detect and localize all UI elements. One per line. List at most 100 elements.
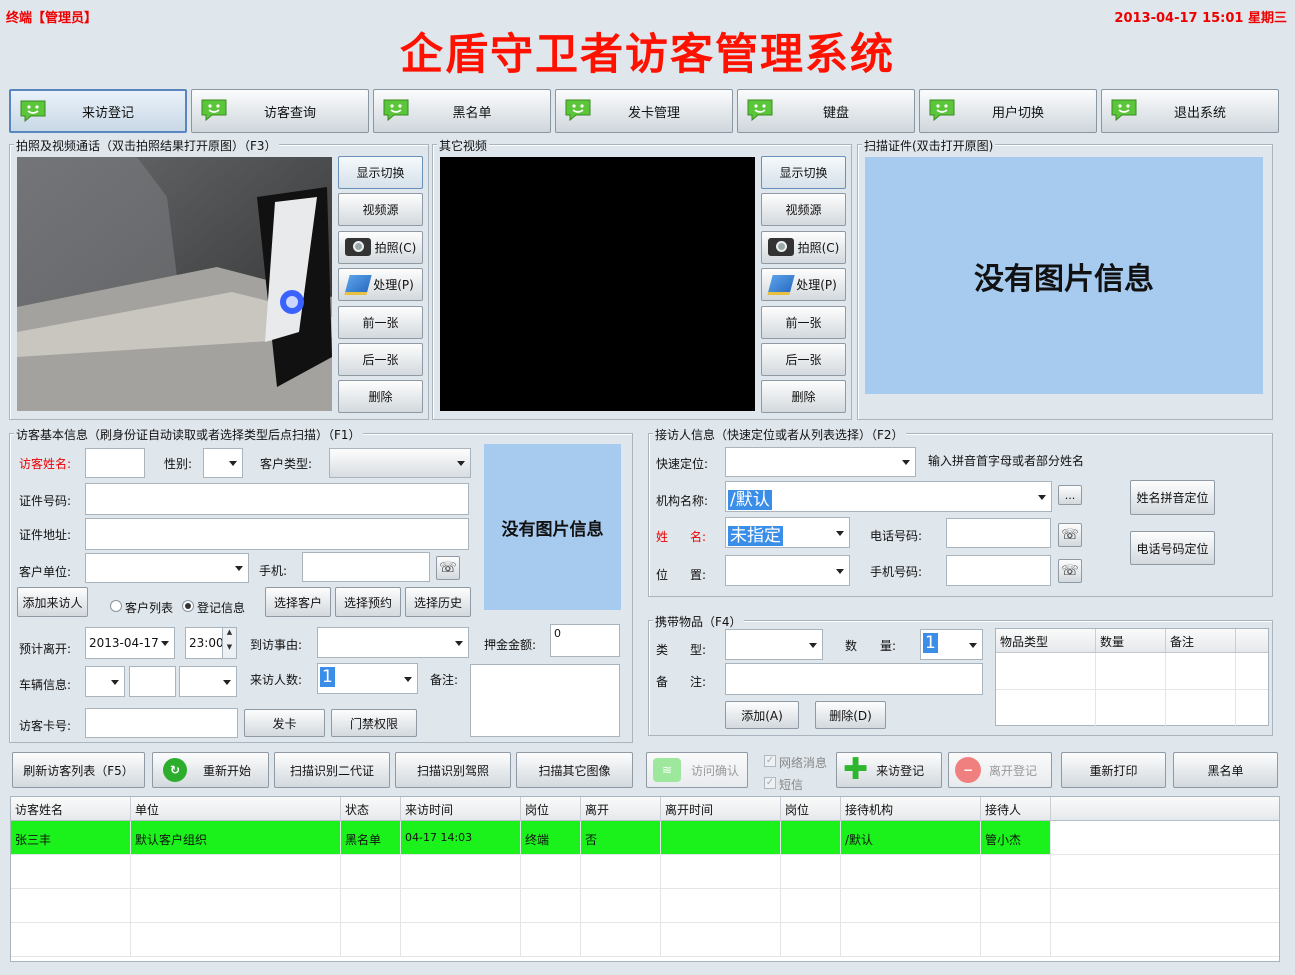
select-appointment-button[interactable]: 选择预约 — [335, 587, 401, 617]
photo-next-button[interactable]: 后一张 — [338, 343, 423, 376]
visitor-count-select[interactable]: 1 — [317, 663, 418, 694]
leave-register-button[interactable]: − 离开登记 — [948, 752, 1052, 788]
scan-image[interactable]: 没有图片信息 — [865, 157, 1263, 394]
photo-capture-button[interactable]: 拍照(C) — [338, 230, 423, 264]
host-mobile-input[interactable] — [946, 555, 1051, 586]
delete-item-button[interactable]: 删除(D) — [815, 701, 886, 729]
item-type-select[interactable] — [725, 629, 823, 660]
table-header-cell[interactable]: 离开 — [581, 797, 661, 820]
mobile-input[interactable] — [302, 552, 430, 582]
phone-input[interactable] — [946, 518, 1051, 548]
customer-unit-select[interactable] — [85, 553, 249, 583]
id-number-input[interactable] — [85, 483, 469, 515]
mobile-call-button-2[interactable]: ☏ — [1058, 559, 1082, 583]
issue-card-button[interactable]: 发卡 — [244, 709, 325, 737]
id-number-label: 证件号码: — [19, 494, 72, 508]
position-select[interactable] — [725, 555, 850, 586]
photo-prev-button[interactable]: 前一张 — [338, 305, 423, 339]
register-info-radio[interactable] — [182, 600, 194, 612]
note-textarea[interactable] — [470, 664, 620, 737]
customer-list-radio[interactable] — [110, 600, 122, 612]
refresh-list-button[interactable]: 刷新访客列表（F5） — [12, 752, 145, 788]
quick-locate-select[interactable] — [725, 447, 916, 477]
table-header-cell[interactable]: 岗位 — [521, 797, 581, 820]
scan-other-button[interactable]: 扫描其它图像 — [516, 752, 633, 788]
add-item-button[interactable]: 添加(A) — [725, 701, 799, 729]
other-video-preview[interactable] — [440, 157, 755, 411]
photo-process-button[interactable]: 处理(P) — [338, 268, 423, 302]
item-note-input[interactable] — [725, 663, 983, 695]
items-table[interactable]: 物品类型 数量 备注 — [995, 628, 1269, 727]
video-prev-button[interactable]: 前一张 — [761, 305, 846, 339]
phone-locate-button[interactable]: 电话号码定位 — [1130, 531, 1215, 565]
table-header-cell[interactable]: 岗位 — [781, 797, 841, 820]
leave-date-select[interactable]: 2013-04-17 — [85, 627, 175, 659]
nav-exit-button[interactable]: 退出系统 — [1101, 89, 1279, 133]
mobile-call-button[interactable]: ☏ — [436, 556, 460, 580]
id-address-input[interactable] — [85, 518, 469, 550]
qty-select[interactable]: 1 — [920, 629, 983, 660]
phone-call-button[interactable]: ☏ — [1058, 523, 1082, 547]
table-header-cell[interactable]: 状态 — [341, 797, 401, 820]
vehicle-type-select[interactable] — [179, 666, 237, 697]
nav-query-button[interactable]: 访客查询 — [191, 89, 369, 133]
host-name-select[interactable]: 未指定 — [725, 517, 850, 548]
org-name-select[interactable]: /默认 — [725, 481, 1052, 512]
select-customer-button[interactable]: 选择客户 — [265, 587, 331, 617]
time-down-button[interactable]: ▼ — [222, 643, 236, 658]
access-permission-button[interactable]: 门禁权限 — [331, 709, 417, 737]
sms-checkbox[interactable]: ✓ — [764, 777, 776, 789]
nav-blacklist-button[interactable]: 黑名单 — [373, 89, 551, 133]
time-up-button[interactable]: ▲ — [222, 628, 236, 643]
visitor-photo[interactable]: 没有图片信息 — [484, 444, 621, 610]
reprint-button[interactable]: 重新打印 — [1061, 752, 1166, 788]
photo-display-switch-button[interactable]: 显示切换 — [338, 156, 423, 189]
table-header-cell[interactable]: 离开时间 — [661, 797, 781, 820]
select-history-button[interactable]: 选择历史 — [405, 587, 471, 617]
vehicle-number-input[interactable] — [129, 666, 176, 697]
table-header-cell[interactable]: 接待机构 — [841, 797, 981, 820]
visitor-name-input[interactable] — [85, 448, 145, 478]
table-header-cell[interactable]: 单位 — [131, 797, 341, 820]
register-visit-button[interactable]: ✚ 来访登记 — [836, 752, 942, 788]
camera-preview[interactable] — [17, 157, 332, 411]
items-col-type[interactable]: 物品类型 — [996, 629, 1096, 652]
nav-card-manage-button[interactable]: 发卡管理 — [555, 89, 733, 133]
net-msg-checkbox[interactable]: ✓ — [764, 755, 776, 767]
visitor-table[interactable]: 访客姓名 单位 状态 来访时间 岗位 离开 离开时间 岗位 接待机构 接待人 张三丰 默认客户组织黑… — [10, 796, 1280, 962]
table-row[interactable]: 张三丰 默认客户组织 黑名单 04-17 14:03 终端否/默认 管小杰 — [11, 821, 1279, 855]
video-delete-button[interactable]: 删除 — [761, 380, 846, 414]
pinyin-locate-button[interactable]: 姓名拼音定位 — [1130, 480, 1215, 515]
visitor-name-label: 访客姓名: — [19, 457, 72, 471]
video-next-button[interactable]: 后一张 — [761, 343, 846, 376]
nav-keyboard-button[interactable]: 键盘 — [737, 89, 915, 133]
table-header-cell[interactable]: 来访时间 — [401, 797, 521, 820]
gender-select[interactable] — [203, 448, 243, 478]
scan-license-button[interactable]: 扫描识别驾照 — [395, 752, 511, 788]
blacklist-button[interactable]: 黑名单 — [1173, 752, 1278, 788]
visit-confirm-button[interactable]: ≋ 访问确认 — [646, 752, 748, 788]
card-number-input[interactable] — [85, 708, 238, 738]
nav-switch-user-button[interactable]: 用户切换 — [919, 89, 1097, 133]
qty-label-1: 数 — [845, 639, 858, 653]
video-display-switch-button[interactable]: 显示切换 — [761, 156, 846, 189]
reason-select[interactable] — [317, 627, 469, 658]
restart-button[interactable]: ↻ 重新开始 — [152, 752, 269, 788]
photo-delete-button[interactable]: 删除 — [338, 380, 423, 414]
deposit-input[interactable]: 0 — [550, 624, 620, 657]
table-header-cell[interactable]: 接待人 — [981, 797, 1051, 820]
vehicle-province-select[interactable] — [85, 666, 125, 697]
photo-video-source-button[interactable]: 视频源 — [338, 193, 423, 227]
add-visitor-button[interactable]: 添加来访人 — [17, 587, 88, 617]
customer-type-select[interactable] — [329, 448, 471, 478]
table-header-cell[interactable]: 访客姓名 — [11, 797, 131, 820]
nav-register-button[interactable]: 来访登记 — [9, 89, 187, 133]
items-col-note[interactable]: 备注 — [1166, 629, 1236, 652]
items-col-qty[interactable]: 数量 — [1096, 629, 1166, 652]
video-process-button[interactable]: 处理(P) — [761, 268, 846, 302]
video-capture-button[interactable]: 拍照(C) — [761, 230, 846, 264]
video-video-source-button[interactable]: 视频源 — [761, 193, 846, 227]
scan-id2-button[interactable]: 扫描识别二代证 — [274, 752, 390, 788]
items-legend: 携带物品（F4） — [653, 613, 744, 630]
org-browse-button[interactable]: ... — [1058, 485, 1082, 505]
